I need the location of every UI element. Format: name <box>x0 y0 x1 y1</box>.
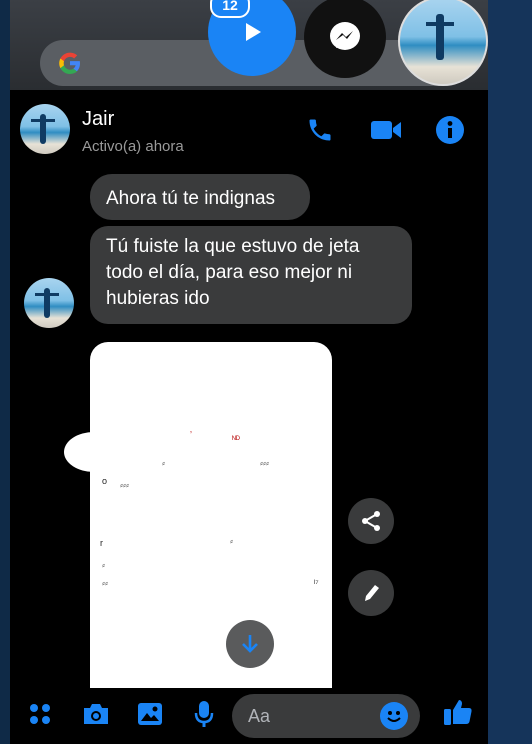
phone-icon[interactable] <box>304 114 336 146</box>
background-edge <box>488 0 532 744</box>
chat-head-contact[interactable] <box>398 0 488 86</box>
messenger-screen: 12 Jair Activo(a) ahora Ahora tú te indi… <box>10 0 488 744</box>
share-icon <box>362 511 380 531</box>
share-button[interactable] <box>348 498 394 544</box>
message-input-placeholder: Aa <box>248 706 271 726</box>
chat-heads-bar: 12 <box>10 0 488 90</box>
unread-badge: 12 <box>210 0 250 18</box>
contact-status: Activo(a) ahora <box>82 138 184 155</box>
emoji-icon[interactable] <box>380 702 408 730</box>
conversation-header: Jair Activo(a) ahora <box>10 96 488 162</box>
image-message[interactable]: ʼ ᴺᴰ o ⸗⸗⸗ ⸗ ⸗⸗⸗ r ⸗ ⸗ ⸗⸗ ˡ⁷ <box>90 342 332 744</box>
like-icon[interactable] <box>442 696 474 728</box>
avatar[interactable] <box>20 104 70 154</box>
sender-avatar[interactable] <box>24 278 74 328</box>
video-icon[interactable] <box>370 114 402 146</box>
apps-icon[interactable] <box>24 698 56 730</box>
gallery-icon[interactable] <box>134 698 166 730</box>
message-bubble[interactable]: Ahora tú te indignas <box>90 174 310 220</box>
play-icon <box>246 23 261 41</box>
download-button[interactable] <box>226 620 274 668</box>
composer-bar: Aa <box>10 688 488 744</box>
message-input[interactable]: Aa <box>232 694 420 738</box>
edit-icon <box>365 585 379 601</box>
contact-name[interactable]: Jair <box>82 108 114 131</box>
messenger-icon <box>330 22 360 50</box>
contact-photo <box>426 14 454 60</box>
download-icon <box>242 635 258 653</box>
camera-icon[interactable] <box>80 698 112 730</box>
google-icon <box>56 49 84 77</box>
mic-icon[interactable] <box>188 698 220 730</box>
message-bubble[interactable]: Tú fuiste la que estuvo de jeta todo el … <box>90 226 412 324</box>
edit-button[interactable] <box>348 570 394 616</box>
info-icon[interactable] <box>434 114 466 146</box>
